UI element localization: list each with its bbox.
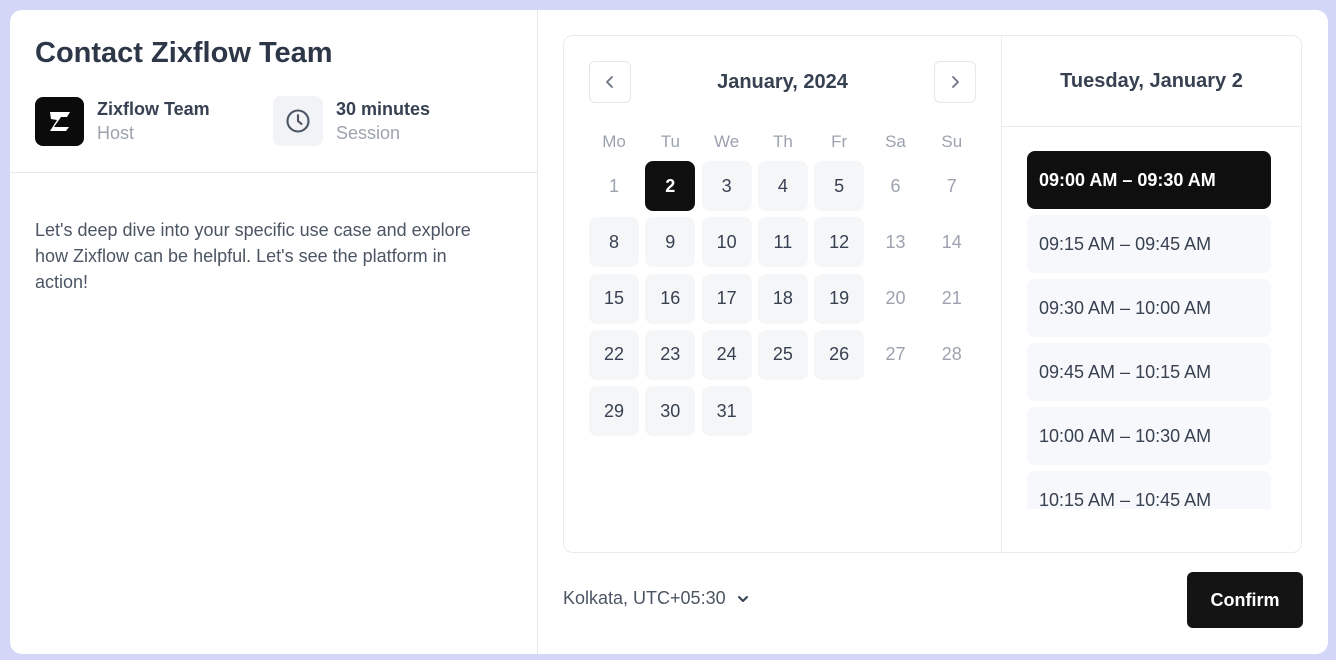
event-info-panel: Contact Zixflow Team Zixflow Team Host 3… [10, 10, 538, 654]
timezone-select[interactable]: Kolkata, UTC+05:30 [563, 588, 750, 609]
calendar-day[interactable]: 18 [757, 273, 808, 324]
host-label: Host [97, 123, 135, 143]
calendar-day[interactable]: 16 [645, 273, 696, 324]
scheduler-panel: January, 2024 Mo Tu We Th Fr Sa Su 1 2 3 4 5 6 7 8 9 10 1… [538, 10, 1328, 654]
weekday-header: Th [772, 132, 793, 151]
calendar-day[interactable]: 25 [757, 329, 808, 380]
weekday-header: Mo [602, 132, 626, 151]
time-slot[interactable]: 09:15 AM – 09:45 AM [1027, 215, 1271, 273]
calendar-day[interactable]: 22 [589, 329, 639, 380]
calendar-day[interactable]: 10 [701, 217, 752, 268]
time-slot[interactable]: 09:30 AM – 10:00 AM [1027, 279, 1271, 337]
weekday-header: Su [941, 132, 963, 151]
chevron-right-icon [952, 76, 959, 88]
month-label: January, 2024 [717, 70, 848, 93]
duration-label: Session [336, 123, 401, 143]
weekday-header: We [713, 132, 740, 151]
clock-icon [273, 96, 323, 146]
calendar-day: 6 [890, 175, 901, 196]
calendar-day[interactable]: 9 [645, 217, 696, 268]
confirm-button[interactable]: Confirm [1187, 572, 1303, 628]
calendar-day[interactable]: 3 [701, 161, 752, 211]
next-month-button[interactable] [934, 61, 976, 103]
zixflow-logo-icon [35, 96, 84, 146]
calendar-day[interactable]: 29 [589, 386, 639, 437]
calendar-day: 1 [608, 175, 619, 196]
weekday-header: Fr [831, 132, 848, 151]
event-description: Let's deep dive into your specific use c… [35, 220, 471, 292]
calendar-day[interactable]: 19 [814, 273, 865, 324]
calendar-day: 7 [946, 175, 957, 196]
time-slot-list[interactable]: 09:00 AM – 09:30 AM 09:15 AM – 09:45 AM 09… [1027, 151, 1271, 509]
calendar-day[interactable]: 30 [645, 386, 696, 437]
calendar-day[interactable]: 5 [814, 161, 865, 211]
chevron-left-icon [606, 76, 613, 88]
event-meta: Zixflow Team Host 30 minutes Session [35, 96, 512, 146]
calendar-day: 21 [941, 288, 962, 309]
calendar-day[interactable]: 24 [701, 329, 752, 380]
timezone-label: Kolkata, UTC+05:30 [563, 588, 726, 608]
calendar-header: January, 2024 [589, 61, 976, 103]
time-slot-selected[interactable]: 09:00 AM – 09:30 AM [1027, 151, 1271, 209]
time-slot[interactable]: 09:45 AM – 10:15 AM [1027, 343, 1271, 401]
calendar: January, 2024 Mo Tu We Th Fr Sa Su 1 2 3 4 5 6 7 8 9 10 1… [564, 36, 1002, 552]
calendar-day[interactable]: 12 [814, 217, 865, 268]
calendar-day: 27 [885, 344, 906, 365]
selected-date: Tuesday, January 2 [1002, 36, 1301, 127]
calendar-day-selected[interactable]: 2 [645, 161, 696, 211]
host-name: Zixflow Team [97, 99, 210, 119]
time-slot[interactable]: 10:15 AM – 10:45 AM [1027, 471, 1271, 509]
calendar-day[interactable]: 11 [757, 217, 808, 268]
calendar-day[interactable]: 17 [701, 273, 752, 324]
calendar-day[interactable]: 23 [645, 329, 696, 380]
calendar-day: 13 [885, 231, 906, 252]
weekday-header: Sa [885, 132, 906, 151]
prev-month-button[interactable] [589, 61, 631, 103]
calendar-grid: Mo Tu We Th Fr Sa Su 1 2 3 4 5 6 7 8 9 10 11 12 13 14 15 16 17 1… [589, 123, 976, 442]
chevron-down-icon [736, 592, 750, 606]
calendar-day: 20 [885, 288, 906, 309]
calendar-day: 14 [941, 231, 962, 252]
scheduler: January, 2024 Mo Tu We Th Fr Sa Su 1 2 3 4 5 6 7 8 9 10 1… [563, 35, 1302, 553]
calendar-day[interactable]: 31 [701, 386, 752, 437]
weekday-header: Tu [660, 132, 680, 151]
booking-card: Contact Zixflow Team Zixflow Team Host 3… [10, 10, 1328, 654]
calendar-day[interactable]: 26 [814, 329, 865, 380]
event-header: Contact Zixflow Team Zixflow Team Host 3… [10, 10, 537, 173]
calendar-day[interactable]: 8 [589, 217, 639, 268]
calendar-day: 28 [941, 344, 962, 365]
page-title: Contact Zixflow Team [35, 37, 333, 69]
host-info: Zixflow Team Host [35, 96, 273, 146]
time-slots-panel: Tuesday, January 2 09:00 AM – 09:30 AM 09… [1002, 36, 1301, 552]
duration-value: 30 minutes [336, 99, 431, 119]
time-slot[interactable]: 10:00 AM – 10:30 AM [1027, 407, 1271, 465]
calendar-day[interactable]: 4 [757, 161, 808, 211]
duration-info: 30 minutes Session [273, 96, 430, 146]
calendar-day[interactable]: 15 [589, 273, 639, 324]
